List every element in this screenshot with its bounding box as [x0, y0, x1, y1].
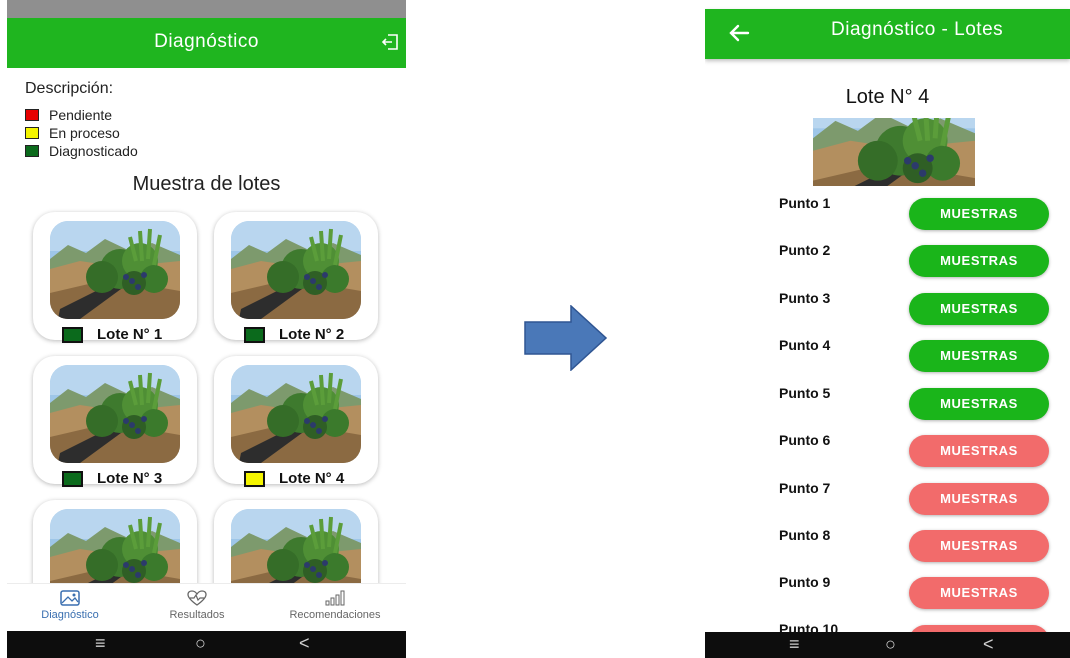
section-title: Muestra de lotes: [132, 173, 281, 195]
lot-title: Lote N° 4: [845, 86, 930, 108]
nav-label: Resultados: [169, 609, 225, 621]
pending-swatch: [25, 109, 39, 121]
legend-label: Pendiente: [49, 107, 113, 123]
point-label-3: Punto 3: [779, 290, 831, 306]
muestras-button-5[interactable]: MUESTRAS: [909, 388, 1049, 420]
lot-image: [813, 118, 975, 186]
nav-label: Recomendaciones: [289, 609, 381, 621]
muestras-button-6[interactable]: MUESTRAS: [909, 435, 1049, 467]
point-label-9: Punto 9: [779, 574, 831, 590]
system-navigation-bar: ≡ ○ <: [7, 631, 406, 658]
lot-image: [50, 221, 180, 319]
nav-item-resultados[interactable]: Resultados: [152, 590, 242, 621]
status-swatch: [62, 326, 83, 343]
muestras-button-8[interactable]: MUESTRAS: [909, 530, 1049, 562]
lot-card-1[interactable]: [33, 212, 197, 340]
status-swatch: [244, 326, 265, 343]
status-bar: [7, 0, 406, 18]
bottom-navigation: Diagnóstico Resultados Recomendaciones: [7, 583, 406, 632]
point-label-1: Punto 1: [779, 195, 831, 211]
diagnostico-screen: Diagnóstico Descripción: Pendiente En pr…: [7, 0, 406, 658]
diagnostico-lotes-screen: Diagnóstico - Lotes Lote N° 4 Punto 1 MU…: [705, 0, 1070, 658]
lot-label-1: Lote N° 1: [62, 326, 162, 343]
muestras-button-3[interactable]: MUESTRAS: [909, 293, 1049, 325]
lot-name: Lote N° 4: [279, 470, 345, 487]
lot-card-2[interactable]: [214, 212, 378, 340]
point-label-5: Punto 5: [779, 385, 831, 401]
system-navigation-bar: ≡ ○ <: [705, 632, 1070, 658]
home-icon[interactable]: ○: [885, 634, 896, 655]
lot-image: [231, 221, 361, 319]
app-bar: Diagnóstico - Lotes: [705, 9, 1070, 59]
lot-name: Lote N° 3: [97, 470, 163, 487]
image-icon: [60, 590, 80, 606]
status-swatch: [62, 470, 83, 487]
point-label-6: Punto 6: [779, 432, 831, 448]
legend-pending: Pendiente: [25, 107, 112, 123]
lot-card-3[interactable]: [33, 356, 197, 484]
nav-label: Diagnóstico: [41, 609, 99, 621]
description-title: Descripción:: [25, 80, 114, 97]
point-label-2: Punto 2: [779, 242, 831, 258]
transition-arrow-icon: [524, 305, 607, 371]
lot-label-3: Lote N° 3: [62, 470, 162, 487]
lot-label-2: Lote N° 2: [244, 326, 344, 343]
legend-label: En proceso: [49, 125, 120, 141]
lot-label-4: Lote N° 4: [244, 470, 344, 487]
nav-item-recomendaciones[interactable]: Recomendaciones: [272, 590, 398, 621]
status-swatch: [244, 470, 265, 487]
page-title: Diagnóstico: [154, 31, 259, 52]
point-label-7: Punto 7: [779, 480, 831, 496]
diagnosed-swatch: [25, 145, 39, 157]
app-bar: Diagnóstico: [7, 18, 406, 68]
point-label-8: Punto 8: [779, 527, 831, 543]
muestras-button-2[interactable]: MUESTRAS: [909, 245, 1049, 277]
back-icon[interactable]: <: [299, 633, 310, 654]
muestras-button-4[interactable]: MUESTRAS: [909, 340, 1049, 372]
lot-name: Lote N° 2: [279, 326, 345, 343]
legend-diagnosed: Diagnosticado: [25, 143, 138, 159]
legend-label: Diagnosticado: [49, 143, 138, 159]
home-icon[interactable]: ○: [195, 633, 206, 654]
lot-card-4[interactable]: [214, 356, 378, 484]
menu-icon[interactable]: ≡: [789, 634, 800, 655]
in-process-swatch: [25, 127, 39, 139]
back-arrow-icon[interactable]: [727, 21, 751, 45]
lot-name: Lote N° 1: [97, 326, 163, 343]
lot-image: [231, 365, 361, 463]
bars-chart-icon: [325, 590, 345, 606]
logout-icon[interactable]: [380, 32, 400, 52]
lot-image: [50, 365, 180, 463]
muestras-button-1[interactable]: MUESTRAS: [909, 198, 1049, 230]
muestras-button-7[interactable]: MUESTRAS: [909, 483, 1049, 515]
muestras-button-9[interactable]: MUESTRAS: [909, 577, 1049, 609]
page-title: Diagnóstico - Lotes: [831, 19, 1004, 40]
heartbeat-icon: [187, 590, 207, 606]
nav-item-diagnostico[interactable]: Diagnóstico: [25, 590, 115, 621]
legend-in-process: En proceso: [25, 125, 120, 141]
menu-icon[interactable]: ≡: [95, 633, 106, 654]
back-icon[interactable]: <: [983, 634, 994, 655]
point-label-4: Punto 4: [779, 337, 831, 353]
